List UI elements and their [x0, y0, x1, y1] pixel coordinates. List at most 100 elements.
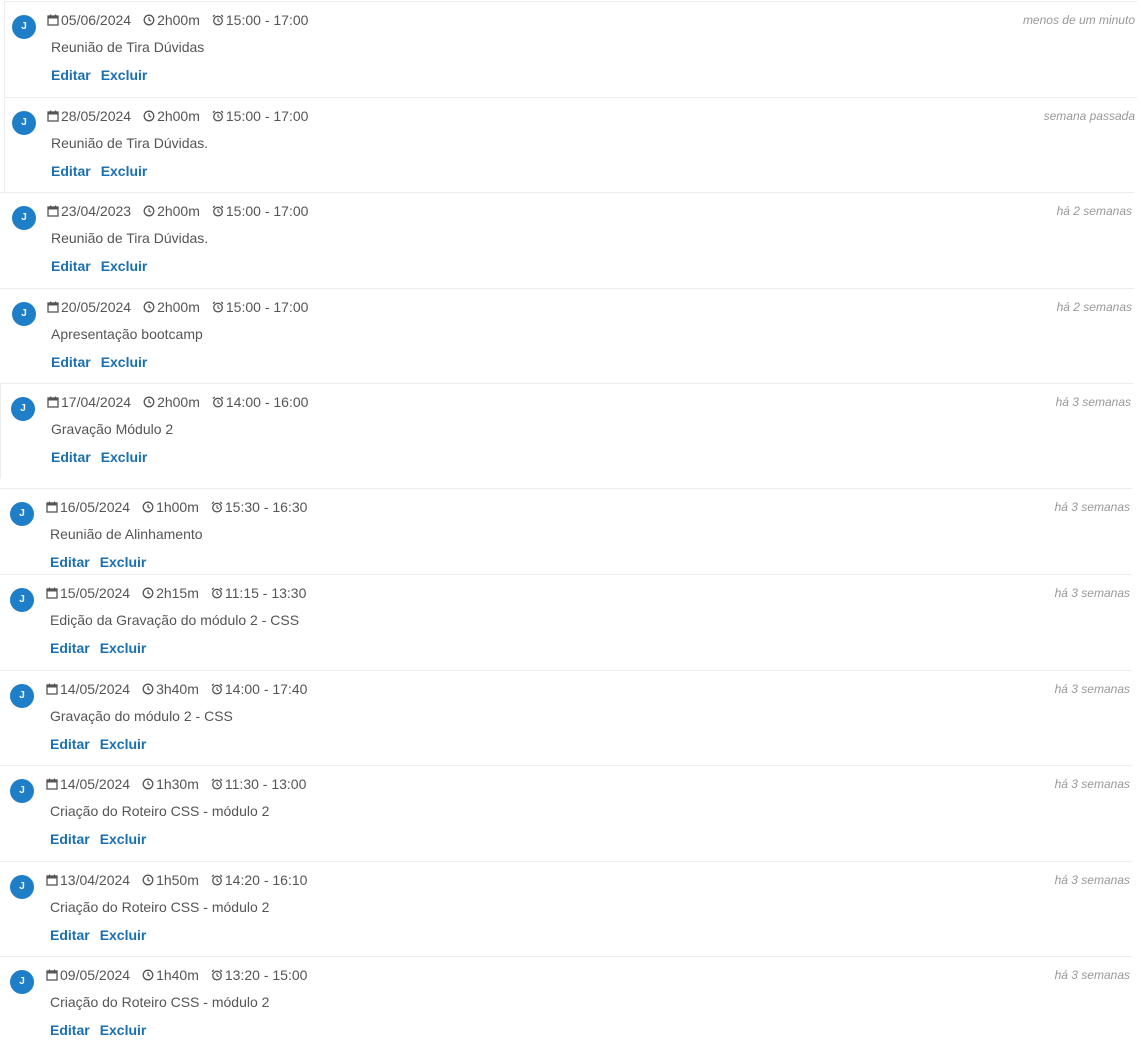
delete-button[interactable]: Excluir [100, 736, 147, 752]
entry-date: 14/05/2024 [46, 681, 130, 697]
entry-relative-time: menos de um minuto [1022, 13, 1135, 27]
entry-description: Criação do Roteiro CSS - módulo 2 [50, 803, 270, 819]
entry-description: Criação do Roteiro CSS - módulo 2 [50, 899, 270, 915]
entry-actions: Editar Excluir [51, 258, 157, 274]
entry-duration: 2h00m [143, 299, 200, 315]
delete-button[interactable]: Excluir [101, 258, 148, 274]
delete-button[interactable]: Excluir [100, 554, 147, 570]
entry-duration: 1h00m [142, 499, 199, 515]
delete-button[interactable]: Excluir [101, 67, 148, 83]
entry-relative-time: há 2 semanas [1056, 204, 1132, 218]
avatar: J [12, 206, 36, 230]
entry-divider [0, 383, 1133, 384]
timesheet-entry: J 13/04/2024 1h50m 14:20 - 16:10 Criação do … [0, 861, 1132, 957]
avatar: J [11, 397, 35, 421]
entry-meta: 28/05/2024 2h00m 15:00 - 17:00 [47, 107, 320, 125]
edit-button[interactable]: Editar [51, 354, 91, 370]
clock-icon [142, 969, 156, 981]
alarm-clock-icon [211, 778, 225, 790]
entry-date: 28/05/2024 [47, 108, 131, 124]
alarm-clock-icon [211, 501, 225, 513]
entry-actions: Editar Excluir [50, 554, 156, 570]
clock-icon [142, 874, 156, 886]
calendar-icon [46, 874, 60, 886]
entry-duration: 3h40m [142, 681, 199, 697]
delete-button[interactable]: Excluir [101, 449, 148, 465]
clock-icon [143, 205, 157, 217]
edit-button[interactable]: Editar [51, 449, 91, 465]
delete-button[interactable]: Excluir [101, 163, 148, 179]
entry-description: Apresentação bootcamp [51, 326, 203, 342]
entry-date-text: 28/05/2024 [61, 108, 132, 124]
timesheet-entry: J 14/05/2024 3h40m 14:00 - 17:40 Gravação do… [0, 670, 1132, 766]
entry-actions: Editar Excluir [51, 354, 157, 370]
delete-button[interactable]: Excluir [100, 1022, 147, 1038]
entry-time-range: 14:00 - 17:40 [211, 681, 307, 697]
entry-description: Reunião de Tira Dúvidas. [51, 135, 209, 151]
avatar: J [10, 684, 34, 708]
edit-button[interactable]: Editar [50, 640, 90, 656]
entry-actions: Editar Excluir [51, 67, 157, 83]
entry-time-range: 15:00 - 17:00 [212, 12, 309, 28]
entry-duration: 2h00m [143, 108, 200, 124]
entry-divider [0, 574, 1132, 575]
entry-meta: 05/06/2024 2h00m 15:00 - 17:00 [47, 11, 320, 29]
entry-duration: 1h40m [142, 967, 199, 983]
alarm-clock-icon [211, 683, 225, 695]
entry-meta: 09/05/2024 1h40m 13:20 - 15:00 [46, 966, 319, 984]
delete-button[interactable]: Excluir [100, 927, 147, 943]
timesheet-entry: J 05/06/2024 2h00m 15:00 - 17:00 Reunião de … [4, 1, 1137, 97]
entry-time-range: 14:00 - 16:00 [212, 394, 308, 410]
calendar-icon [46, 778, 60, 790]
entry-time-range-text: 15:00 - 17:00 [225, 108, 309, 124]
alarm-clock-icon [212, 396, 226, 408]
edit-button[interactable]: Editar [50, 927, 90, 943]
entry-duration: 1h30m [142, 776, 199, 792]
alarm-clock-icon [212, 14, 226, 26]
entry-duration: 2h00m [143, 12, 200, 28]
entry-relative-time: há 3 semanas [1054, 500, 1130, 514]
entry-description: Reunião de Tira Dúvidas [51, 39, 205, 55]
entry-duration-text: 2h00m [157, 394, 200, 410]
delete-button[interactable]: Excluir [101, 354, 148, 370]
entry-relative-time: semana passada [1043, 109, 1135, 123]
entry-time-range: 14:20 - 16:10 [211, 872, 307, 888]
entry-divider [0, 192, 1134, 193]
entry-duration-text: 2h15m [156, 585, 199, 601]
entry-time-range-text: 15:00 - 17:00 [225, 12, 309, 28]
alarm-clock-icon [212, 205, 226, 217]
entry-relative-time: há 3 semanas [1054, 777, 1130, 791]
delete-button[interactable]: Excluir [100, 831, 147, 847]
entry-duration-text: 2h00m [157, 108, 200, 124]
entry-duration-text: 2h00m [157, 12, 200, 28]
entry-description: Gravação do módulo 2 - CSS [50, 708, 233, 724]
avatar: J [12, 111, 36, 135]
edit-button[interactable]: Editar [51, 67, 91, 83]
entry-relative-time: há 3 semanas [1054, 586, 1130, 600]
entry-meta: 15/05/2024 2h15m 11:15 - 13:30 [46, 584, 318, 602]
entry-date-text: 05/06/2024 [61, 12, 132, 28]
timesheet-entry: J 16/05/2024 1h00m 15:30 - 16:30 Reunião de … [0, 488, 1132, 584]
calendar-icon [46, 587, 60, 599]
edit-button[interactable]: Editar [51, 258, 91, 274]
entry-date-text: 23/04/2023 [61, 203, 132, 219]
edit-button[interactable]: Editar [50, 831, 90, 847]
entry-duration-text: 2h00m [157, 299, 200, 315]
alarm-clock-icon [212, 301, 226, 313]
entry-time-range: 11:30 - 13:00 [211, 776, 306, 792]
entry-date: 23/04/2023 [47, 203, 131, 219]
edit-button[interactable]: Editar [50, 1022, 90, 1038]
timesheet-entry: J 23/04/2023 2h00m 15:00 - 17:00 Reunião de … [0, 192, 1134, 288]
calendar-icon [47, 205, 61, 217]
entry-duration: 2h15m [142, 585, 199, 601]
delete-button[interactable]: Excluir [100, 640, 147, 656]
edit-button[interactable]: Editar [50, 554, 90, 570]
edit-button[interactable]: Editar [50, 736, 90, 752]
clock-icon [143, 396, 157, 408]
entry-actions: Editar Excluir [50, 640, 156, 656]
entry-relative-time: há 2 semanas [1056, 300, 1132, 314]
entry-relative-time: há 3 semanas [1054, 968, 1130, 982]
edit-button[interactable]: Editar [51, 163, 91, 179]
entry-meta: 17/04/2024 2h00m 14:00 - 16:00 [47, 393, 320, 411]
entry-time-range: 15:00 - 17:00 [212, 203, 308, 219]
